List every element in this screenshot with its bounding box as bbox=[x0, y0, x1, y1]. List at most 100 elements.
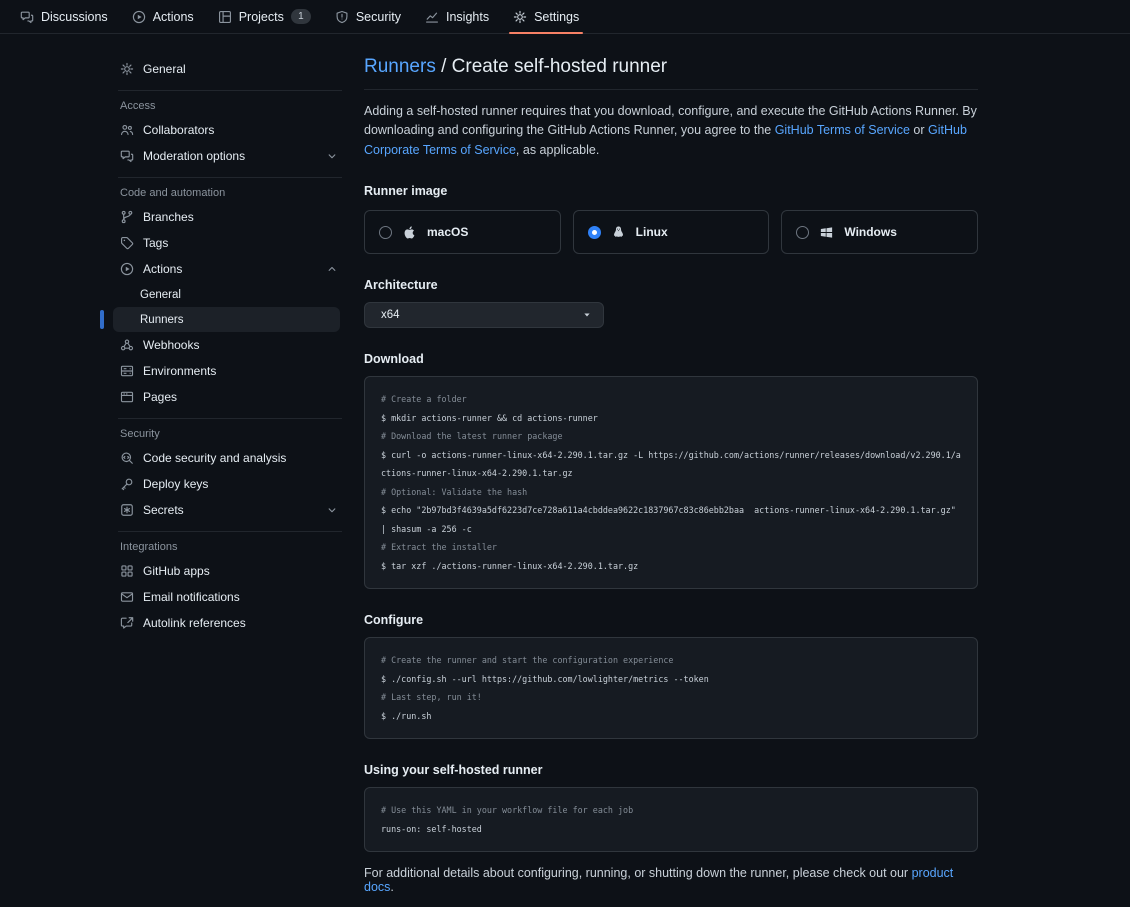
code-line: $ echo "2b97bd3f4639a5df6223d7ce728a611a… bbox=[381, 501, 961, 538]
repo-tab-bar: Discussions Actions Projects 1 Security … bbox=[0, 0, 1130, 34]
usage-code-block: # Use this YAML in your workflow file fo… bbox=[364, 787, 978, 852]
code-line: $ ./run.sh bbox=[381, 707, 961, 726]
sidebar-item-actions[interactable]: Actions bbox=[100, 256, 352, 282]
architecture-select[interactable]: x64 bbox=[364, 302, 604, 328]
sidebar-item-label: Webhooks bbox=[143, 338, 199, 352]
tab-actions-label: Actions bbox=[153, 10, 194, 24]
sidebar-item-label: Secrets bbox=[143, 503, 184, 517]
radio-linux-checked[interactable] bbox=[588, 226, 601, 239]
gear-icon bbox=[513, 10, 527, 24]
runner-image-option-windows[interactable]: Windows bbox=[781, 210, 978, 254]
sidebar-item-github-apps[interactable]: GitHub apps bbox=[100, 558, 352, 584]
download-label: Download bbox=[364, 352, 978, 366]
terms-of-service-link[interactable]: GitHub Terms of Service bbox=[775, 123, 910, 137]
apps-icon bbox=[120, 564, 134, 578]
sidebar-item-label: Tags bbox=[143, 236, 168, 250]
code-line: # Create the runner and start the config… bbox=[381, 651, 961, 670]
tab-discussions[interactable]: Discussions bbox=[11, 0, 117, 33]
footer-text: For additional details about configuring… bbox=[364, 866, 912, 880]
tab-settings-label: Settings bbox=[534, 10, 579, 24]
tab-security-label: Security bbox=[356, 10, 401, 24]
sidebar-section-integrations: Integrations bbox=[100, 541, 352, 553]
tag-icon bbox=[120, 236, 134, 250]
runner-image-option-macos[interactable]: macOS bbox=[364, 210, 561, 254]
footer-suffix: . bbox=[390, 880, 393, 894]
runner-image-label: Runner image bbox=[364, 184, 978, 198]
chevron-up-icon bbox=[326, 263, 338, 275]
sidebar-item-branches[interactable]: Branches bbox=[100, 204, 352, 230]
sidebar-item-label: Environments bbox=[143, 364, 216, 378]
main-content: Runners / Create self-hosted runner Addi… bbox=[364, 56, 978, 907]
sidebar-item-actions-general[interactable]: General bbox=[100, 282, 352, 307]
projects-icon bbox=[218, 10, 232, 24]
sidebar-item-label: Collaborators bbox=[143, 123, 214, 137]
sidebar-item-environments[interactable]: Environments bbox=[100, 358, 352, 384]
chevron-down-icon bbox=[326, 504, 338, 516]
intro-paragraph: Adding a self-hosted runner requires tha… bbox=[364, 102, 978, 160]
sidebar-item-moderation-options[interactable]: Moderation options bbox=[100, 143, 352, 169]
sidebar-item-label: General bbox=[143, 62, 186, 76]
code-line: # Extract the installer bbox=[381, 538, 961, 557]
sidebar-item-code-security[interactable]: Code security and analysis bbox=[100, 445, 352, 471]
sidebar-item-tags[interactable]: Tags bbox=[100, 230, 352, 256]
comment-discussion-icon bbox=[120, 149, 134, 163]
page-title: Runners / Create self-hosted runner bbox=[364, 56, 978, 90]
sidebar-item-actions-runners[interactable]: Runners bbox=[100, 307, 352, 332]
page-title-rest: / Create self-hosted runner bbox=[436, 56, 667, 77]
code-line: # Last step, run it! bbox=[381, 688, 961, 707]
tab-insights-label: Insights bbox=[446, 10, 489, 24]
code-line: runs-on: self-hosted bbox=[381, 820, 961, 839]
breadcrumb-runners-link[interactable]: Runners bbox=[364, 56, 436, 77]
tab-security[interactable]: Security bbox=[326, 0, 410, 33]
runner-image-option-linux[interactable]: Linux bbox=[573, 210, 770, 254]
code-line: $ mkdir actions-runner && cd actions-run… bbox=[381, 409, 961, 428]
code-line: $ curl -o actions-runner-linux-x64-2.290… bbox=[381, 446, 961, 483]
chevron-down-icon bbox=[326, 150, 338, 162]
sidebar-divider bbox=[118, 531, 342, 532]
usage-label: Using your self-hosted runner bbox=[364, 763, 978, 777]
sidebar-divider bbox=[118, 90, 342, 91]
sidebar-item-label: GitHub apps bbox=[143, 564, 210, 578]
mail-icon bbox=[120, 590, 134, 604]
intro-text: , as applicable. bbox=[516, 143, 599, 157]
sidebar-item-label: Actions bbox=[143, 262, 182, 276]
sidebar-item-deploy-keys[interactable]: Deploy keys bbox=[100, 471, 352, 497]
radio-macos[interactable] bbox=[379, 226, 392, 239]
sidebar-item-webhooks[interactable]: Webhooks bbox=[100, 332, 352, 358]
key-icon bbox=[120, 477, 134, 491]
tab-projects[interactable]: Projects 1 bbox=[209, 0, 320, 33]
sidebar-item-pages[interactable]: Pages bbox=[100, 384, 352, 410]
configure-label: Configure bbox=[364, 613, 978, 627]
sidebar-item-label: Pages bbox=[143, 390, 177, 404]
sidebar-item-label: Autolink references bbox=[143, 616, 246, 630]
radio-windows[interactable] bbox=[796, 226, 809, 239]
sidebar-divider bbox=[118, 177, 342, 178]
sidebar-item-label: Moderation options bbox=[143, 149, 245, 163]
sidebar-item-autolink-references[interactable]: Autolink references bbox=[100, 610, 352, 636]
sidebar-item-collaborators[interactable]: Collaborators bbox=[100, 117, 352, 143]
discussions-icon bbox=[20, 10, 34, 24]
sidebar-item-label: Email notifications bbox=[143, 590, 240, 604]
webhook-icon bbox=[120, 338, 134, 352]
codescan-icon bbox=[120, 451, 134, 465]
sidebar-item-email-notifications[interactable]: Email notifications bbox=[100, 584, 352, 610]
tab-settings[interactable]: Settings bbox=[504, 0, 588, 33]
shield-icon bbox=[335, 10, 349, 24]
sidebar-item-label: Deploy keys bbox=[143, 477, 208, 491]
sidebar-subitem-label: Runners bbox=[140, 314, 183, 326]
graph-icon bbox=[425, 10, 439, 24]
caret-down-icon bbox=[581, 309, 593, 321]
code-line: # Optional: Validate the hash bbox=[381, 483, 961, 502]
architecture-label: Architecture bbox=[364, 278, 978, 292]
windows-icon bbox=[819, 225, 834, 240]
secrets-icon bbox=[120, 503, 134, 517]
sidebar-section-code-and-automation: Code and automation bbox=[100, 187, 352, 199]
tab-actions[interactable]: Actions bbox=[123, 0, 203, 33]
code-line: $ tar xzf ./actions-runner-linux-x64-2.2… bbox=[381, 557, 961, 576]
sidebar-section-security: Security bbox=[100, 428, 352, 440]
tab-insights[interactable]: Insights bbox=[416, 0, 498, 33]
sidebar-item-general[interactable]: General bbox=[100, 56, 352, 82]
sidebar-item-secrets[interactable]: Secrets bbox=[100, 497, 352, 523]
sidebar-item-label: Branches bbox=[143, 210, 194, 224]
play-circle-icon bbox=[132, 10, 146, 24]
